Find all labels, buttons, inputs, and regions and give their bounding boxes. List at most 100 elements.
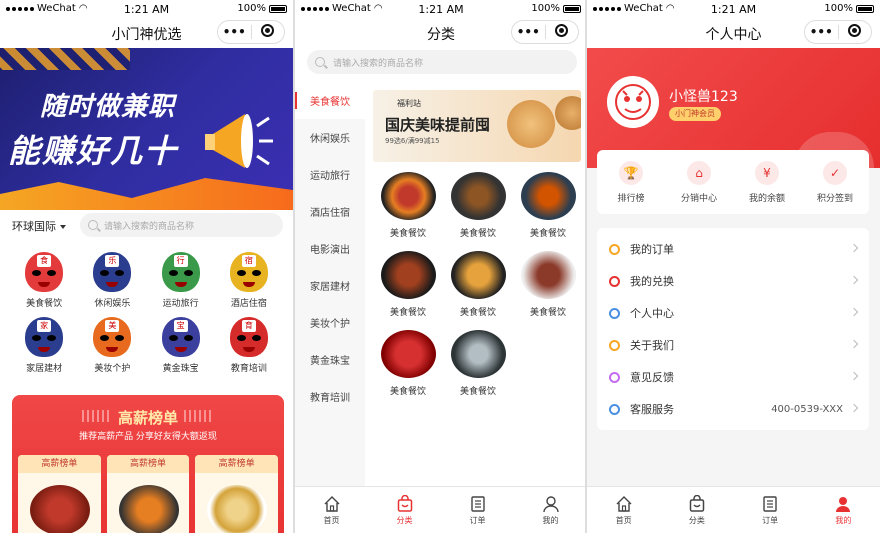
product-image	[520, 172, 576, 220]
product-item[interactable]: 美食餐饮	[443, 172, 513, 239]
category-item[interactable]: 宝黄金珠宝	[147, 317, 215, 374]
product-image	[450, 251, 506, 299]
banner-brand: 福利站	[397, 99, 421, 108]
product-image	[30, 485, 90, 533]
more-button[interactable]: •••	[805, 25, 838, 39]
category-screen: WeChat ◠ 1:21 AM 100% 分类 ••• 请输入搜索的商品名称 美…	[295, 0, 587, 533]
close-button[interactable]	[546, 24, 579, 40]
more-button[interactable]: •••	[218, 25, 251, 39]
category-item[interactable]: 宿酒店住宿	[215, 252, 283, 309]
megaphone-icon	[205, 114, 273, 168]
tab-label: 首页	[615, 515, 632, 525]
mask-glyph: 行	[173, 255, 188, 267]
battery-icon	[563, 4, 581, 13]
category-item[interactable]: 家家居建材	[10, 317, 78, 374]
mask-glyph: 育	[241, 320, 256, 332]
avatar[interactable]	[607, 76, 659, 128]
category-grid: 食美食餐饮乐休闲娱乐行运动旅行宿酒店住宿家家居建材美美妆个护宝黄金珠宝育教育培训	[10, 252, 283, 374]
guardian-mask-icon	[615, 84, 651, 120]
product-item[interactable]: 美食餐饮	[443, 330, 513, 397]
tab-category[interactable]: 分类	[368, 487, 441, 533]
sidebar-item[interactable]: 教育培训	[295, 378, 365, 415]
product-label: 美食餐饮	[459, 229, 496, 239]
product-item[interactable]: 美食餐饮	[373, 251, 443, 318]
sidebar-item[interactable]: 电影演出	[295, 230, 365, 267]
close-button[interactable]	[252, 24, 285, 40]
menu-item[interactable]: 我的订单	[597, 233, 869, 265]
product-label: 美食餐饮	[529, 308, 566, 318]
tab-label: 首页	[323, 515, 340, 525]
hot-item[interactable]: 高薪榜单	[195, 455, 279, 533]
menu-item[interactable]: 意见反馈	[597, 361, 869, 393]
product-label: 美食餐饮	[389, 308, 426, 318]
promo-banner[interactable]: 随时做兼职 能赚好几十	[0, 48, 293, 210]
category-item[interactable]: 美美妆个护	[78, 317, 146, 374]
tab-orders[interactable]: 订单	[734, 487, 807, 533]
menu-item[interactable]: 关于我们	[597, 329, 869, 361]
product-item[interactable]: 美食餐饮	[373, 330, 443, 397]
hot-ranking-card[interactable]: 高薪榜单 推荐高薪产品 分享好友得大额返现 高薪榜单 高薪榜单 高薪榜单	[12, 395, 284, 533]
product-label: 美食餐饮	[459, 308, 496, 318]
sidebar-item[interactable]: 美食餐饮	[295, 82, 365, 119]
product-item[interactable]: 美食餐饮	[443, 251, 513, 318]
quick-action[interactable]: ⌂ 分销中心	[665, 150, 733, 214]
product-item[interactable]: 美食餐饮	[513, 251, 583, 318]
tab-orders[interactable]: 订单	[441, 487, 514, 533]
tab-mine[interactable]: 我的	[807, 487, 880, 533]
quick-action[interactable]: ¥ 我的余额	[733, 150, 801, 214]
banner-promo: 99选6/满99减15	[385, 137, 440, 145]
promo-banner[interactable]: 福利站 国庆美味提前囤 99选6/满99减15	[373, 90, 581, 162]
sidebar-item[interactable]: 黄金珠宝	[295, 341, 365, 378]
sidebar-item[interactable]: 酒店住宿	[295, 193, 365, 230]
tab-home[interactable]: 首页	[295, 487, 368, 533]
menu-label: 关于我们	[630, 339, 674, 352]
mask-glyph: 美	[105, 320, 120, 332]
search-placeholder: 请输入搜索的商品名称	[104, 221, 195, 232]
product-item[interactable]: 美食餐饮	[373, 172, 443, 239]
hot-subtitle: 推荐高薪产品 分享好友得大额返现	[79, 432, 217, 442]
product-item[interactable]: 美食餐饮	[513, 172, 583, 239]
hot-item-tag: 高薪榜单	[195, 455, 279, 473]
quick-actions: 🏆 排行榜 ⌂ 分销中心 ¥ 我的余额 ✓ 积分签到	[597, 150, 869, 214]
hot-item[interactable]: 高薪榜单	[106, 455, 190, 533]
opera-mask-icon: 宿	[229, 252, 268, 292]
order-icon	[609, 243, 620, 255]
category-item[interactable]: 乐休闲娱乐	[78, 252, 146, 309]
chevron-right-icon	[849, 307, 859, 317]
tab-label: 我的	[542, 515, 559, 525]
close-target-icon	[261, 24, 275, 37]
tab-label: 分类	[688, 515, 705, 525]
category-sidebar: 美食餐饮 休闲娱乐 运动旅行 酒店住宿 电影演出 家居建材 美妆个护 黄金珠宝 教育培训	[295, 82, 365, 486]
menu-item[interactable]: 客服服务 400-0539-XXX	[597, 393, 869, 425]
tab-home[interactable]: 首页	[587, 487, 660, 533]
banner-stripe	[0, 48, 130, 70]
category-label: 休闲娱乐	[94, 299, 131, 309]
close-button[interactable]	[839, 24, 872, 40]
sidebar-item[interactable]: 运动旅行	[295, 156, 365, 193]
quick-action[interactable]: 🏆 排行榜	[597, 150, 665, 214]
hot-item[interactable]: 高薪榜单	[18, 455, 101, 533]
chevron-right-icon	[849, 243, 859, 253]
home-icon	[324, 495, 339, 512]
tab-bar: 首页 分类 订单 我的	[295, 486, 587, 533]
region-selector[interactable]: 环球国际	[12, 218, 66, 234]
menu-item[interactable]: 我的兑换	[597, 265, 869, 297]
chevron-right-icon	[849, 339, 859, 349]
search-input[interactable]: 请输入搜索的商品名称	[307, 50, 577, 74]
search-input[interactable]: 请输入搜索的商品名称	[80, 213, 283, 237]
product-label: 美食餐饮	[389, 229, 426, 239]
tab-category[interactable]: 分类	[660, 487, 733, 533]
battery-icon	[269, 4, 287, 13]
chevron-right-icon	[849, 275, 859, 285]
menu-item[interactable]: 个人中心	[597, 297, 869, 329]
category-item[interactable]: 育教育培训	[215, 317, 283, 374]
category-item[interactable]: 行运动旅行	[147, 252, 215, 309]
category-item[interactable]: 食美食餐饮	[10, 252, 78, 309]
sidebar-item[interactable]: 家居建材	[295, 267, 365, 304]
user-name: 小怪兽123	[669, 89, 738, 105]
tab-mine[interactable]: 我的	[514, 487, 587, 533]
sidebar-item[interactable]: 休闲娱乐	[295, 119, 365, 156]
quick-action[interactable]: ✓ 积分签到	[801, 150, 869, 214]
more-button[interactable]: •••	[512, 25, 545, 39]
sidebar-item[interactable]: 美妆个护	[295, 304, 365, 341]
